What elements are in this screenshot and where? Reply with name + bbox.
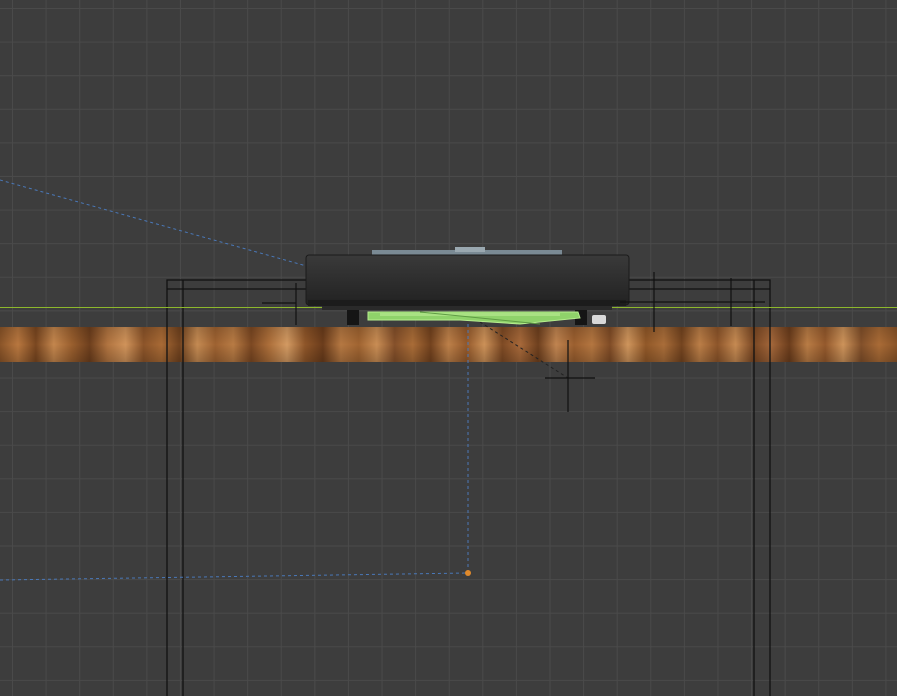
- selected-base[interactable]: [367, 311, 581, 325]
- floor-plane[interactable]: [0, 327, 897, 362]
- 3d-viewport[interactable]: [0, 0, 897, 696]
- relationship-lines: [0, 179, 469, 581]
- viewport-scene[interactable]: [0, 0, 897, 696]
- light-origin[interactable]: [465, 570, 471, 576]
